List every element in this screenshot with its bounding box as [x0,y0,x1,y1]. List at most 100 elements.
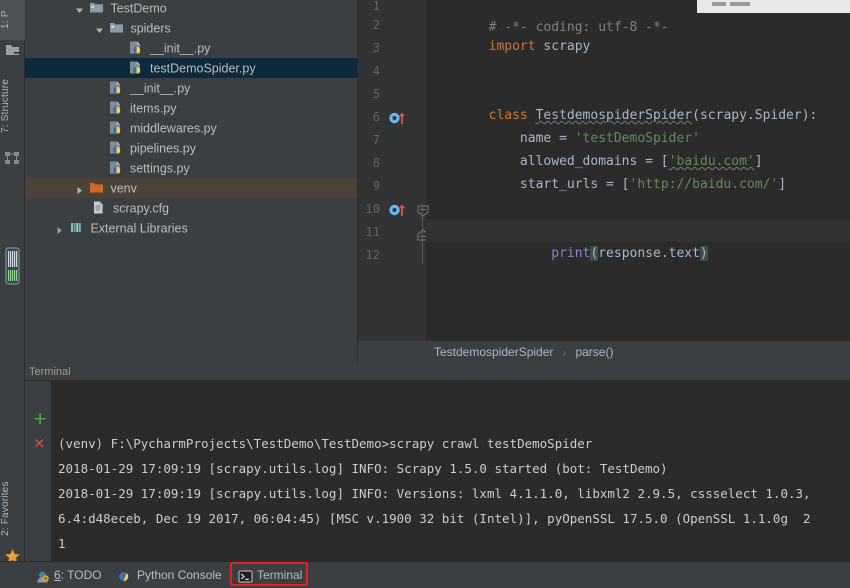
terminal-header: Terminal [25,363,850,381]
code-line: def parse(self, response): [426,196,850,219]
close-terminal-button[interactable]: × [33,436,46,451]
code-string: 'http://baidu.com/' [630,177,779,192]
tree-row-selected[interactable]: testDemoSpider.py [25,58,358,78]
python-console-icon [118,567,133,582]
terminal-icon [238,567,253,582]
tree-row[interactable]: scrapy.cfg [25,198,358,218]
line-number: 3 [358,37,380,60]
terminal-line: 2018-01-29 17:09:19 [scrapy.utils.log] I… [58,481,850,506]
chevron-right-icon[interactable] [54,222,65,233]
line-number: 8 [358,152,380,175]
tree-row[interactable]: spiders [25,18,358,38]
terminal-line: 6.4:d48eceb, Dec 19 2017, 06:04:45) [MSC… [58,506,850,531]
breadcrumb[interactable]: TestdemospiderSpider › parse() [358,341,850,363]
code-paren-highlight: ) [700,246,708,261]
code-editor[interactable]: 1 2 3 4 5 6 7 8 9 10 11 12 [358,0,850,341]
python-file-icon [108,100,123,115]
statusbar-item-todo[interactable]: 6: TODO [35,562,102,588]
todo-icon [35,567,50,582]
tree-item-label: middlewares.py [130,122,217,136]
breadcrumb-separator: › [563,348,566,359]
project-tree-panel[interactable]: TestDemo spiders [25,0,358,363]
line-number: 11 [358,221,380,244]
code-line: start_urls = ['http://baidu.com/'] [426,150,850,173]
chevron-down-icon[interactable] [74,2,85,13]
code-module: scrapy [536,39,591,54]
database-icon[interactable] [4,246,21,286]
project-icon [4,42,21,58]
code-line-current: print(response.text) [426,219,850,242]
statusbar-item-python-console[interactable]: Python Console [118,562,222,588]
folder-orange-icon [89,180,104,195]
statusbar-todo-label: : TODO [61,568,102,582]
popup-panel[interactable] [697,0,850,13]
code-attr-urls: start_urls = [ [489,177,630,192]
code-arg: response.text [598,246,700,261]
tree-row[interactable]: TestDemo [25,0,358,18]
tool-tab-structure[interactable]: 7: Structure [0,64,25,147]
add-terminal-button[interactable]: + [33,411,47,428]
tree-row[interactable]: __init__.py [25,78,358,98]
config-file-icon [91,200,106,215]
chevron-down-icon[interactable] [94,22,105,33]
chevron-right-icon[interactable] [74,182,85,193]
tree-item-label: testDemoSpider.py [150,62,256,76]
tool-tab-favorites-label: 2: Favorites [0,482,11,537]
tool-tab-project[interactable]: 1: P [0,0,25,40]
line-number: 10 [358,198,380,221]
statusbar-todo-prefix: 6 [54,568,61,582]
editor-gutter[interactable]: 1 2 3 4 5 6 7 8 9 10 11 12 [358,0,426,341]
structure-icon [4,150,21,166]
tree-row[interactable]: __init__.py [25,38,358,58]
tree-row[interactable]: middlewares.py [25,118,358,138]
code-keyword: import [489,39,536,54]
line-number: 4 [358,60,380,83]
terminal-line: (venv) F:\PycharmProjects\TestDemo\TestD… [58,431,850,456]
code-line: name = 'testDemoSpider' [426,104,850,127]
terminal-output[interactable]: (venv) F:\PycharmProjects\TestDemo\TestD… [51,381,850,561]
breadcrumb-method[interactable]: parse() [575,345,613,359]
tool-tab-structure-label: 7: Structure [0,78,11,132]
folder-package-icon [109,20,124,35]
tree-item-label: __init__.py [130,82,190,96]
statusbar-item-terminal[interactable]: Terminal [238,562,302,588]
run-marker-icon[interactable] [389,111,407,130]
tool-tab-favorites[interactable]: 2: Favorites [0,470,25,548]
tree-item-label: External Libraries [90,222,187,236]
python-file-icon [108,140,123,155]
statusbar-terminal-label: Terminal [257,568,302,582]
terminal-line: 2018-01-29 17:09:19 [scrapy.utils.log] I… [58,456,850,481]
terminal-title: Terminal [29,366,71,378]
popup-placeholder-bar [712,2,726,6]
python-file-icon [128,40,143,55]
tool-tab-project-label: 1: P [0,11,11,30]
tree-item-label: settings.py [130,162,190,176]
fold-guide-line [422,204,423,264]
code-text-area[interactable]: # -*- coding: utf-8 -*- import scrapy cl… [426,0,850,341]
popup-placeholder-bar [730,2,750,6]
tree-row[interactable]: External Libraries [25,218,358,238]
tree-item-label: venv [110,182,136,196]
left-tool-strip: 1: P 7: Structure [0,0,25,561]
code-line: class TestdemospiderSpider(scrapy.Spider… [426,81,850,104]
statusbar-python-console-label: Python Console [137,568,222,582]
code-indent [489,246,552,261]
code-line: allowed_domains = ['baidu.com'] [426,127,850,150]
python-file-icon [128,60,143,75]
breadcrumb-class[interactable]: TestdemospiderSpider [434,345,553,359]
tree-row[interactable]: settings.py [25,158,358,178]
run-marker-icon[interactable] [389,203,407,222]
folder-module-icon [89,0,104,15]
code-bracket: ] [778,177,786,192]
line-number: 5 [358,83,380,106]
line-number: 12 [358,244,380,267]
tree-row[interactable]: items.py [25,98,358,118]
tree-row[interactable]: pipelines.py [25,138,358,158]
python-file-icon [108,160,123,175]
line-number: 6 [358,106,380,129]
tree-item-label: scrapy.cfg [113,202,169,216]
python-file-icon [108,80,123,95]
line-number: 7 [358,129,380,152]
tree-item-label: __init__.py [150,42,210,56]
tree-row[interactable]: venv [25,178,358,198]
